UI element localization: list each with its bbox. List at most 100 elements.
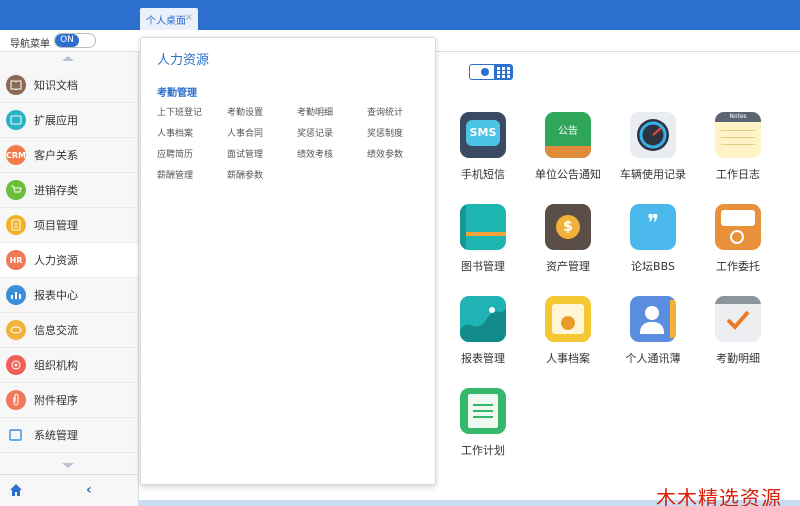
sidebar-item-inventory[interactable]: 进销存类	[0, 173, 138, 208]
home-icon[interactable]	[9, 483, 23, 497]
flyout-link-query-stats[interactable]: 查询统计	[367, 105, 403, 118]
org-icon	[6, 355, 26, 375]
flyout-link-performance-params[interactable]: 绩效参数	[367, 147, 403, 160]
app-address-book[interactable]: 个人通讯薄	[608, 296, 698, 376]
hr-flyout-menu: 人力资源 考勤管理 上下班登记 考勤设置 考勤明细 查询统计 人事档案 人事合同…	[140, 37, 436, 485]
flyout-link-rewards-records[interactable]: 奖惩记录	[297, 126, 333, 139]
app-label: 个人通讯薄	[625, 352, 681, 365]
nav-menu-label: 导航菜单	[10, 39, 50, 50]
app-label: 图书管理	[461, 260, 505, 273]
collapse-sidebar-icon[interactable]: ‹	[86, 483, 98, 497]
sidebar-item-crm[interactable]: CRM 客户关系	[0, 138, 138, 173]
app-label: 人事档案	[546, 352, 590, 365]
app-label: 工作计划	[461, 444, 505, 457]
list-view-icon[interactable]	[481, 68, 489, 76]
personnel-file-icon	[545, 296, 591, 342]
flyout-link-performance[interactable]: 绩效考核	[297, 147, 333, 160]
plan-list-icon	[460, 388, 506, 434]
notes-glyph: Notes	[715, 112, 761, 122]
flyout-link-personnel-files[interactable]: 人事档案	[157, 126, 193, 139]
library-book-icon	[460, 204, 506, 250]
app-label: 手机短信	[461, 168, 505, 181]
sidebar-item-label: 附件程序	[34, 394, 78, 407]
flyout-section-attendance: 考勤管理	[157, 88, 197, 99]
cart-icon	[6, 180, 26, 200]
speedometer-icon	[630, 112, 676, 158]
flyout-link-salary-params[interactable]: 薪酬参数	[227, 168, 263, 181]
sidebar-item-messaging[interactable]: 信息交流	[0, 313, 138, 348]
crm-icon: CRM	[6, 145, 26, 165]
sms-icon: SMS	[460, 112, 506, 158]
watermark-text: 木木精选资源	[656, 486, 782, 506]
app-label: 报表管理	[461, 352, 505, 365]
app-vehicle-log[interactable]: 车辆使用记录	[608, 112, 698, 192]
app-work-log[interactable]: Notes 工作日志	[693, 112, 783, 192]
window-icon	[6, 425, 26, 445]
nav-menu-toggle[interactable]: ON	[54, 33, 96, 48]
app-report-management[interactable]: 报表管理	[438, 296, 528, 376]
quote-glyph: ❞	[647, 211, 659, 236]
app-label: 车辆使用记录	[620, 168, 686, 181]
app-assets[interactable]: $ 资产管理	[523, 204, 613, 284]
tab-close-icon[interactable]: ×	[185, 12, 193, 23]
sidebar-item-label: 人力资源	[34, 254, 78, 267]
sidebar-item-projects[interactable]: 项目管理	[0, 208, 138, 243]
flyout-link-resumes[interactable]: 应聘简历	[157, 147, 193, 160]
extension-icon	[6, 110, 26, 130]
app-attendance-detail[interactable]: 考勤明细	[693, 296, 783, 376]
flyout-link-contracts[interactable]: 人事合同	[227, 126, 263, 139]
tab-personal-desktop[interactable]: 个人桌面 ×	[140, 8, 198, 30]
chat-icon	[6, 320, 26, 340]
sidebar-item-label: 客户关系	[34, 149, 78, 162]
sidebar: 知识文档 扩展应用 CRM 客户关系 进销存类 项目管理 HR 人力资源 报表中…	[0, 52, 139, 506]
flyout-link-clock-in[interactable]: 上下班登记	[157, 105, 202, 118]
app-notices[interactable]: 公告 单位公告通知	[523, 112, 613, 192]
flyout-link-rewards-policy[interactable]: 奖惩制度	[367, 126, 403, 139]
contacts-icon	[630, 296, 676, 342]
sidebar-item-extensions[interactable]: 扩展应用	[0, 103, 138, 138]
notes-icon: Notes	[715, 112, 761, 158]
report-chart-icon	[460, 296, 506, 342]
sidebar-item-system[interactable]: 系统管理	[0, 418, 138, 453]
flyout-link-attendance-settings[interactable]: 考勤设置	[227, 105, 263, 118]
sidebar-item-knowledge-docs[interactable]: 知识文档	[0, 68, 138, 103]
app-work-plan[interactable]: 工作计划	[438, 388, 528, 468]
sms-glyph: SMS	[466, 120, 500, 146]
app-label: 工作日志	[716, 168, 760, 181]
sidebar-item-reports[interactable]: 报表中心	[0, 278, 138, 313]
view-mode-toggle[interactable]	[469, 64, 513, 80]
app-library[interactable]: 图书管理	[438, 204, 528, 284]
app-label: 工作委托	[716, 260, 760, 273]
sidebar-item-attachments[interactable]: 附件程序	[0, 383, 138, 418]
clipboard-icon	[6, 215, 26, 235]
toggle-state: ON	[55, 34, 79, 47]
notice-board-icon: 公告	[545, 112, 591, 158]
app-forum[interactable]: ❞ 论坛BBS	[608, 204, 698, 284]
grid-view-icon[interactable]	[494, 65, 512, 79]
flyout-link-salary[interactable]: 薪酬管理	[157, 168, 193, 181]
sidebar-item-label: 报表中心	[34, 289, 78, 302]
flyout-link-interviews[interactable]: 面试管理	[227, 147, 263, 160]
app-personnel-files[interactable]: 人事档案	[523, 296, 613, 376]
app-sms[interactable]: SMS 手机短信	[438, 112, 528, 192]
notice-glyph: 公告	[558, 126, 578, 137]
chart-icon	[6, 285, 26, 305]
flyout-title: 人力资源	[157, 53, 210, 68]
sidebar-footer: ‹	[0, 474, 138, 506]
app-label: 考勤明细	[716, 352, 760, 365]
quote-bubble-icon: ❞	[630, 204, 676, 250]
sidebar-item-organization[interactable]: 组织机构	[0, 348, 138, 383]
app-label: 单位公告通知	[535, 168, 601, 181]
app-label: 论坛BBS	[631, 260, 675, 273]
scroll-up-icon[interactable]	[62, 56, 74, 61]
scroll-down-icon[interactable]	[62, 463, 74, 468]
sidebar-item-label: 进销存类	[34, 184, 78, 197]
flyout-link-attendance-detail[interactable]: 考勤明细	[297, 105, 333, 118]
app-label: 资产管理	[546, 260, 590, 273]
app-delegation[interactable]: 工作委托	[693, 204, 783, 284]
sidebar-item-hr[interactable]: HR 人力资源	[0, 243, 138, 278]
top-bar: 个人桌面 ×	[0, 0, 800, 30]
wallet-icon: $	[545, 204, 591, 250]
sidebar-item-label: 项目管理	[34, 219, 78, 232]
tab-label: 个人桌面	[146, 15, 186, 27]
